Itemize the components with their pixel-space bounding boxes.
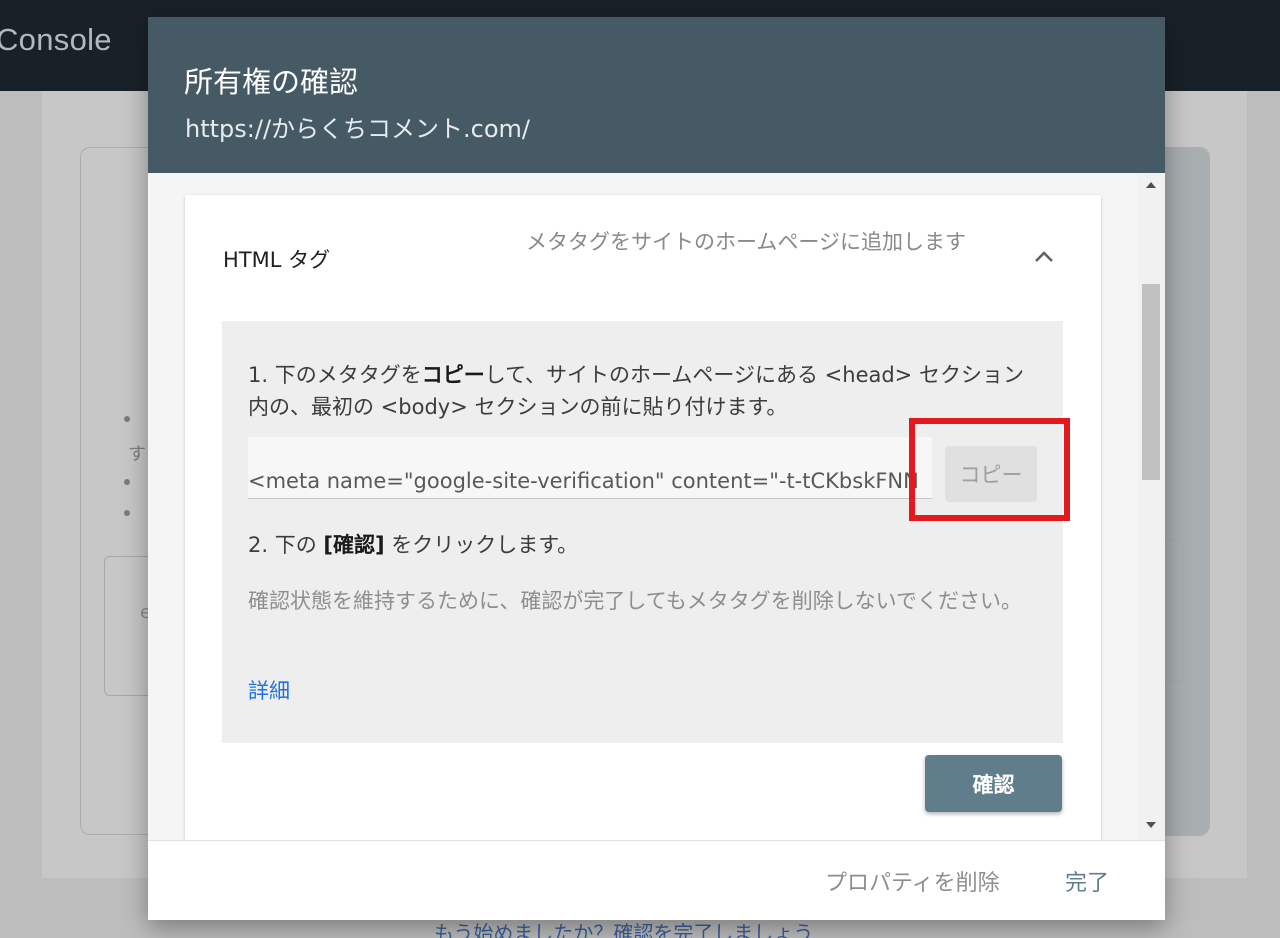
scroll-up-arrow-icon[interactable] (1146, 182, 1156, 188)
dialog-scrollbar[interactable] (1138, 173, 1165, 840)
dialog-property-url: https://からくちコメント.com/ (185, 115, 530, 143)
html-tag-method-panel: HTML タグ メタタグをサイトのホームページに追加します 1. 下のメタタグを… (185, 195, 1101, 840)
verify-button[interactable]: 確認 (925, 755, 1062, 812)
method-instructions: 1. 下のメタタグをコピーして、サイトのホームページにある <head> セクシ… (222, 321, 1070, 743)
background-bullet (124, 510, 130, 516)
highlight-annotation-box (909, 418, 1070, 521)
method-description[interactable]: メタタグをサイトのホームページに追加します (526, 227, 1016, 257)
app-brand-name: Console (0, 22, 112, 57)
background-bottom-link[interactable]: もう始めましたか？確認を完了しましょう (434, 917, 813, 938)
chevron-up-icon[interactable] (1033, 248, 1055, 266)
meta-tag-text[interactable]: <meta name="google-site-verification" co… (248, 469, 932, 493)
scrollbar-thumb[interactable] (1142, 284, 1160, 480)
meta-tag-field[interactable]: <meta name="google-site-verification" co… (248, 437, 932, 499)
instruction-step-2: 2. 下の [確認] をクリックします。 (248, 533, 579, 557)
instruction-step-1: 1. 下のメタタグをコピーして、サイトのホームページにある <head> セクシ… (248, 363, 1024, 419)
background-bullet (124, 416, 130, 422)
details-link[interactable]: 詳細 (248, 675, 290, 705)
dialog-title: 所有権の確認 (184, 65, 359, 99)
ownership-verification-dialog: 所有権の確認 https://からくちコメント.com/ HTML タグ メタタ… (148, 17, 1165, 920)
background-text-fragment: す (128, 444, 146, 465)
dialog-header: 所有権の確認 https://からくちコメント.com/ (148, 17, 1165, 173)
dialog-footer: プロパティを削除 完了 (148, 840, 1165, 920)
delete-property-button[interactable]: プロパティを削除 (825, 865, 1000, 897)
scroll-down-arrow-icon[interactable] (1146, 822, 1156, 828)
verification-note: 確認状態を維持するために、確認が完了してもメタタグを削除しないでください。 (248, 589, 1023, 613)
background-bullet (124, 479, 130, 485)
background-card-edge (1165, 148, 1209, 836)
method-title[interactable]: HTML タグ (223, 244, 330, 274)
dialog-body[interactable]: HTML タグ メタタグをサイトのホームページに追加します 1. 下のメタタグを… (148, 173, 1165, 840)
done-button[interactable]: 完了 (1065, 865, 1109, 897)
